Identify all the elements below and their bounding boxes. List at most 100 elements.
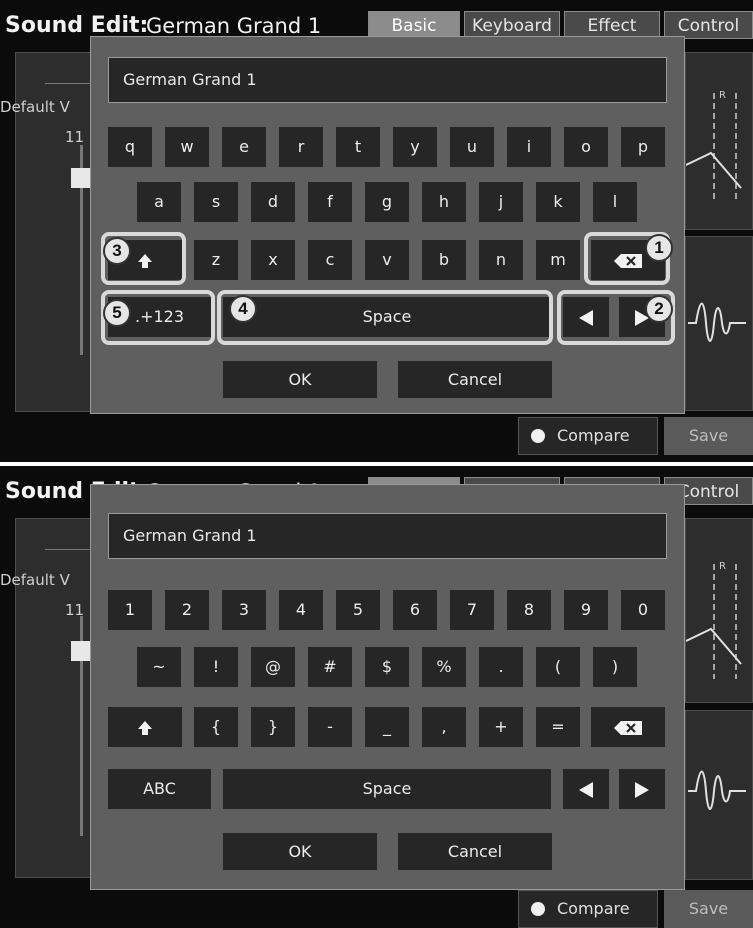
- key-n[interactable]: n: [479, 240, 523, 280]
- key-hyphen[interactable]: -: [308, 707, 352, 747]
- key-u[interactable]: u: [450, 127, 494, 167]
- key-7[interactable]: 7: [450, 590, 494, 630]
- key-open-paren[interactable]: (: [536, 647, 580, 687]
- page-title: Sound Edit:: [5, 13, 149, 38]
- key-r[interactable]: r: [279, 127, 323, 167]
- ok-button[interactable]: OK: [223, 833, 377, 870]
- key-open-brace[interactable]: {: [194, 707, 238, 747]
- screen-letters: Sound Edit: German Grand 1 Basic Keyboar…: [0, 0, 753, 462]
- waveform-icon: [688, 302, 746, 342]
- key-y[interactable]: y: [393, 127, 437, 167]
- divider: [45, 549, 90, 550]
- key-a[interactable]: a: [137, 182, 181, 222]
- key-2[interactable]: 2: [165, 590, 209, 630]
- divider: [45, 83, 90, 84]
- shift-up-arrow-icon: [138, 720, 152, 735]
- key-exclamation[interactable]: !: [194, 647, 238, 687]
- key-l[interactable]: l: [593, 182, 637, 222]
- cursor-left-key[interactable]: [563, 297, 609, 337]
- key-period[interactable]: .: [479, 647, 523, 687]
- name-edit-dialog: German Grand 1 q w e r t y u i o p a s d…: [90, 36, 685, 414]
- left-triangle-icon: [579, 781, 593, 798]
- key-b[interactable]: b: [422, 240, 466, 280]
- backspace-key[interactable]: [591, 707, 665, 747]
- key-c[interactable]: c: [308, 240, 352, 280]
- key-4[interactable]: 4: [279, 590, 323, 630]
- shift-key[interactable]: [108, 707, 182, 747]
- key-plus[interactable]: +: [479, 707, 523, 747]
- key-h[interactable]: h: [422, 182, 466, 222]
- key-9[interactable]: 9: [564, 590, 608, 630]
- space-key[interactable]: Space: [223, 769, 551, 809]
- key-p[interactable]: p: [621, 127, 665, 167]
- key-z[interactable]: z: [194, 240, 238, 280]
- key-1[interactable]: 1: [108, 590, 152, 630]
- key-o[interactable]: o: [564, 127, 608, 167]
- waveform-icon: [688, 770, 746, 810]
- name-text-field[interactable]: German Grand 1: [108, 513, 667, 559]
- key-w[interactable]: w: [165, 127, 209, 167]
- tab-control[interactable]: Control: [664, 11, 753, 39]
- key-x[interactable]: x: [251, 240, 295, 280]
- callout-badge-2: 2: [645, 295, 673, 323]
- key-s[interactable]: s: [194, 182, 238, 222]
- key-m[interactable]: m: [536, 240, 580, 280]
- volume-value: 11: [65, 128, 85, 146]
- cancel-button[interactable]: Cancel: [398, 833, 552, 870]
- key-equals[interactable]: =: [536, 707, 580, 747]
- save-button[interactable]: Save: [664, 417, 753, 455]
- key-comma[interactable]: ,: [422, 707, 466, 747]
- key-hash[interactable]: #: [308, 647, 352, 687]
- space-key[interactable]: Space: [223, 297, 551, 337]
- key-t[interactable]: t: [336, 127, 380, 167]
- default-label: Default V: [0, 571, 70, 589]
- key-3[interactable]: 3: [222, 590, 266, 630]
- key-dollar[interactable]: $: [365, 647, 409, 687]
- compare-dot-icon: [531, 429, 545, 443]
- save-button[interactable]: Save: [664, 890, 753, 928]
- waveform-panel: [685, 236, 753, 411]
- key-d[interactable]: d: [251, 182, 295, 222]
- key-g[interactable]: g: [365, 182, 409, 222]
- volume-slider-handle[interactable]: [71, 641, 90, 661]
- envelope-graph-icon: R: [685, 90, 742, 203]
- key-i[interactable]: i: [507, 127, 551, 167]
- ok-button[interactable]: OK: [223, 361, 377, 398]
- key-q[interactable]: q: [108, 127, 152, 167]
- key-f[interactable]: f: [308, 182, 352, 222]
- key-e[interactable]: e: [222, 127, 266, 167]
- key-v[interactable]: v: [365, 240, 409, 280]
- tab-basic[interactable]: Basic: [368, 11, 460, 39]
- key-close-brace[interactable]: }: [251, 707, 295, 747]
- name-text-field[interactable]: German Grand 1: [108, 57, 667, 103]
- key-percent[interactable]: %: [422, 647, 466, 687]
- key-j[interactable]: j: [479, 182, 523, 222]
- callout-badge-5: 5: [103, 299, 131, 327]
- cursor-left-key[interactable]: [563, 769, 609, 809]
- key-tilde[interactable]: ~: [137, 647, 181, 687]
- key-6[interactable]: 6: [393, 590, 437, 630]
- volume-slider-handle[interactable]: [71, 168, 90, 188]
- compare-button[interactable]: Compare: [518, 417, 658, 455]
- key-underscore[interactable]: _: [365, 707, 409, 747]
- voice-name: German Grand 1: [146, 14, 322, 38]
- cancel-button[interactable]: Cancel: [398, 361, 552, 398]
- shift-up-arrow-icon: [138, 253, 152, 268]
- envelope-graph-icon: R: [685, 561, 742, 679]
- svg-text:R: R: [719, 90, 726, 101]
- key-0[interactable]: 0: [621, 590, 665, 630]
- compare-button[interactable]: Compare: [518, 890, 658, 928]
- mode-key-abc[interactable]: ABC: [108, 769, 211, 809]
- key-k[interactable]: k: [536, 182, 580, 222]
- tab-keyboard[interactable]: Keyboard: [464, 11, 560, 39]
- envelope-panel: R: [685, 518, 753, 703]
- key-5[interactable]: 5: [336, 590, 380, 630]
- tab-effect[interactable]: Effect: [564, 11, 660, 39]
- callout-badge-1: 1: [645, 234, 673, 262]
- cursor-right-key[interactable]: [619, 769, 665, 809]
- key-close-paren[interactable]: ): [593, 647, 637, 687]
- key-at[interactable]: @: [251, 647, 295, 687]
- screen-symbols: Sound Edit: German Grand 1 Basic Keyboar…: [0, 466, 753, 928]
- backspace-icon: [614, 720, 642, 735]
- key-8[interactable]: 8: [507, 590, 551, 630]
